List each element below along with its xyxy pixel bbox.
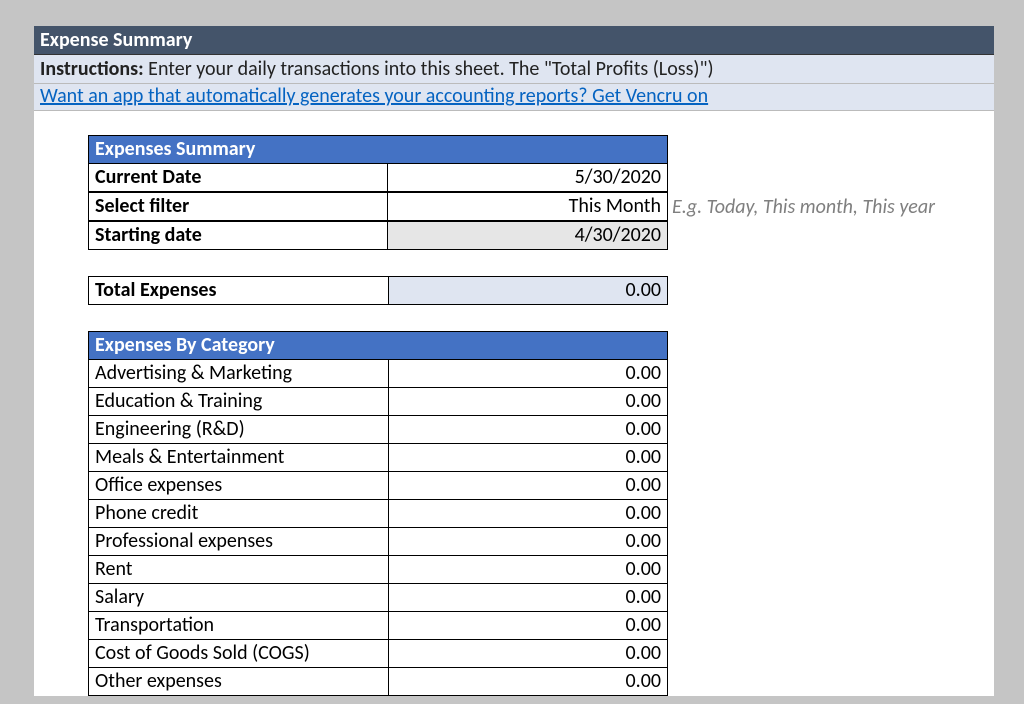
category-value: 0.00 <box>388 528 667 556</box>
category-label: Rent <box>89 556 389 584</box>
category-label: Office expenses <box>89 472 389 500</box>
category-label: Other expenses <box>89 668 389 696</box>
filter-hint: E.g. Today, This month, This year <box>672 195 935 219</box>
category-value: 0.00 <box>388 640 667 668</box>
categories-header: Expenses By Category <box>89 332 668 360</box>
expenses-summary-table: Expenses Summary Current Date 5/30/2020 <box>88 135 668 192</box>
summary-row-value[interactable]: 4/30/2020 <box>388 222 668 250</box>
instructions-row: Instructions: Enter your daily transacti… <box>34 55 994 84</box>
spreadsheet-sheet: Expense Summary Instructions: Enter your… <box>34 26 994 696</box>
category-value: 0.00 <box>388 388 667 416</box>
page-title: Expense Summary <box>34 26 994 55</box>
summary-row-value[interactable]: 5/30/2020 <box>388 164 668 192</box>
total-value: 0.00 <box>388 277 667 305</box>
summary-row-label: Select filter <box>89 193 388 221</box>
expenses-summary-table: Starting date 4/30/2020 <box>88 221 668 250</box>
category-value: 0.00 <box>388 360 667 388</box>
category-value: 0.00 <box>388 556 667 584</box>
category-label: Phone credit <box>89 500 389 528</box>
summary-header: Expenses Summary <box>89 136 668 164</box>
summary-row-label: Starting date <box>89 222 388 250</box>
category-value: 0.00 <box>388 668 667 696</box>
category-value: 0.00 <box>388 416 667 444</box>
category-label: Engineering (R&D) <box>89 416 389 444</box>
category-label: Professional expenses <box>89 528 389 556</box>
body-area: Expenses Summary Current Date 5/30/2020 … <box>34 111 994 696</box>
summary-row-label: Current Date <box>89 164 388 192</box>
category-label: Advertising & Marketing <box>89 360 389 388</box>
instructions-text: Enter your daily transactions into this … <box>144 57 714 81</box>
category-value: 0.00 <box>388 472 667 500</box>
total-expenses-table: Total Expenses 0.00 <box>88 276 668 305</box>
category-value: 0.00 <box>388 584 667 612</box>
category-label: Transportation <box>89 612 389 640</box>
category-value: 0.00 <box>388 612 667 640</box>
vencru-link[interactable]: Want an app that automatically generates… <box>40 84 708 108</box>
category-value: 0.00 <box>388 444 667 472</box>
instructions-label: Instructions: <box>40 57 144 81</box>
category-label: Salary <box>89 584 389 612</box>
expenses-by-category-table: Expenses By Category Advertising & Marke… <box>88 331 668 696</box>
category-label: Education & Training <box>89 388 389 416</box>
total-label: Total Expenses <box>89 277 389 305</box>
category-label: Cost of Goods Sold (COGS) <box>89 640 389 668</box>
category-label: Meals & Entertainment <box>89 444 389 472</box>
category-value: 0.00 <box>388 500 667 528</box>
promo-link-row: Want an app that automatically generates… <box>34 84 994 111</box>
expenses-summary-table: Select filter This Month <box>88 192 668 221</box>
summary-row-value[interactable]: This Month <box>388 193 668 221</box>
